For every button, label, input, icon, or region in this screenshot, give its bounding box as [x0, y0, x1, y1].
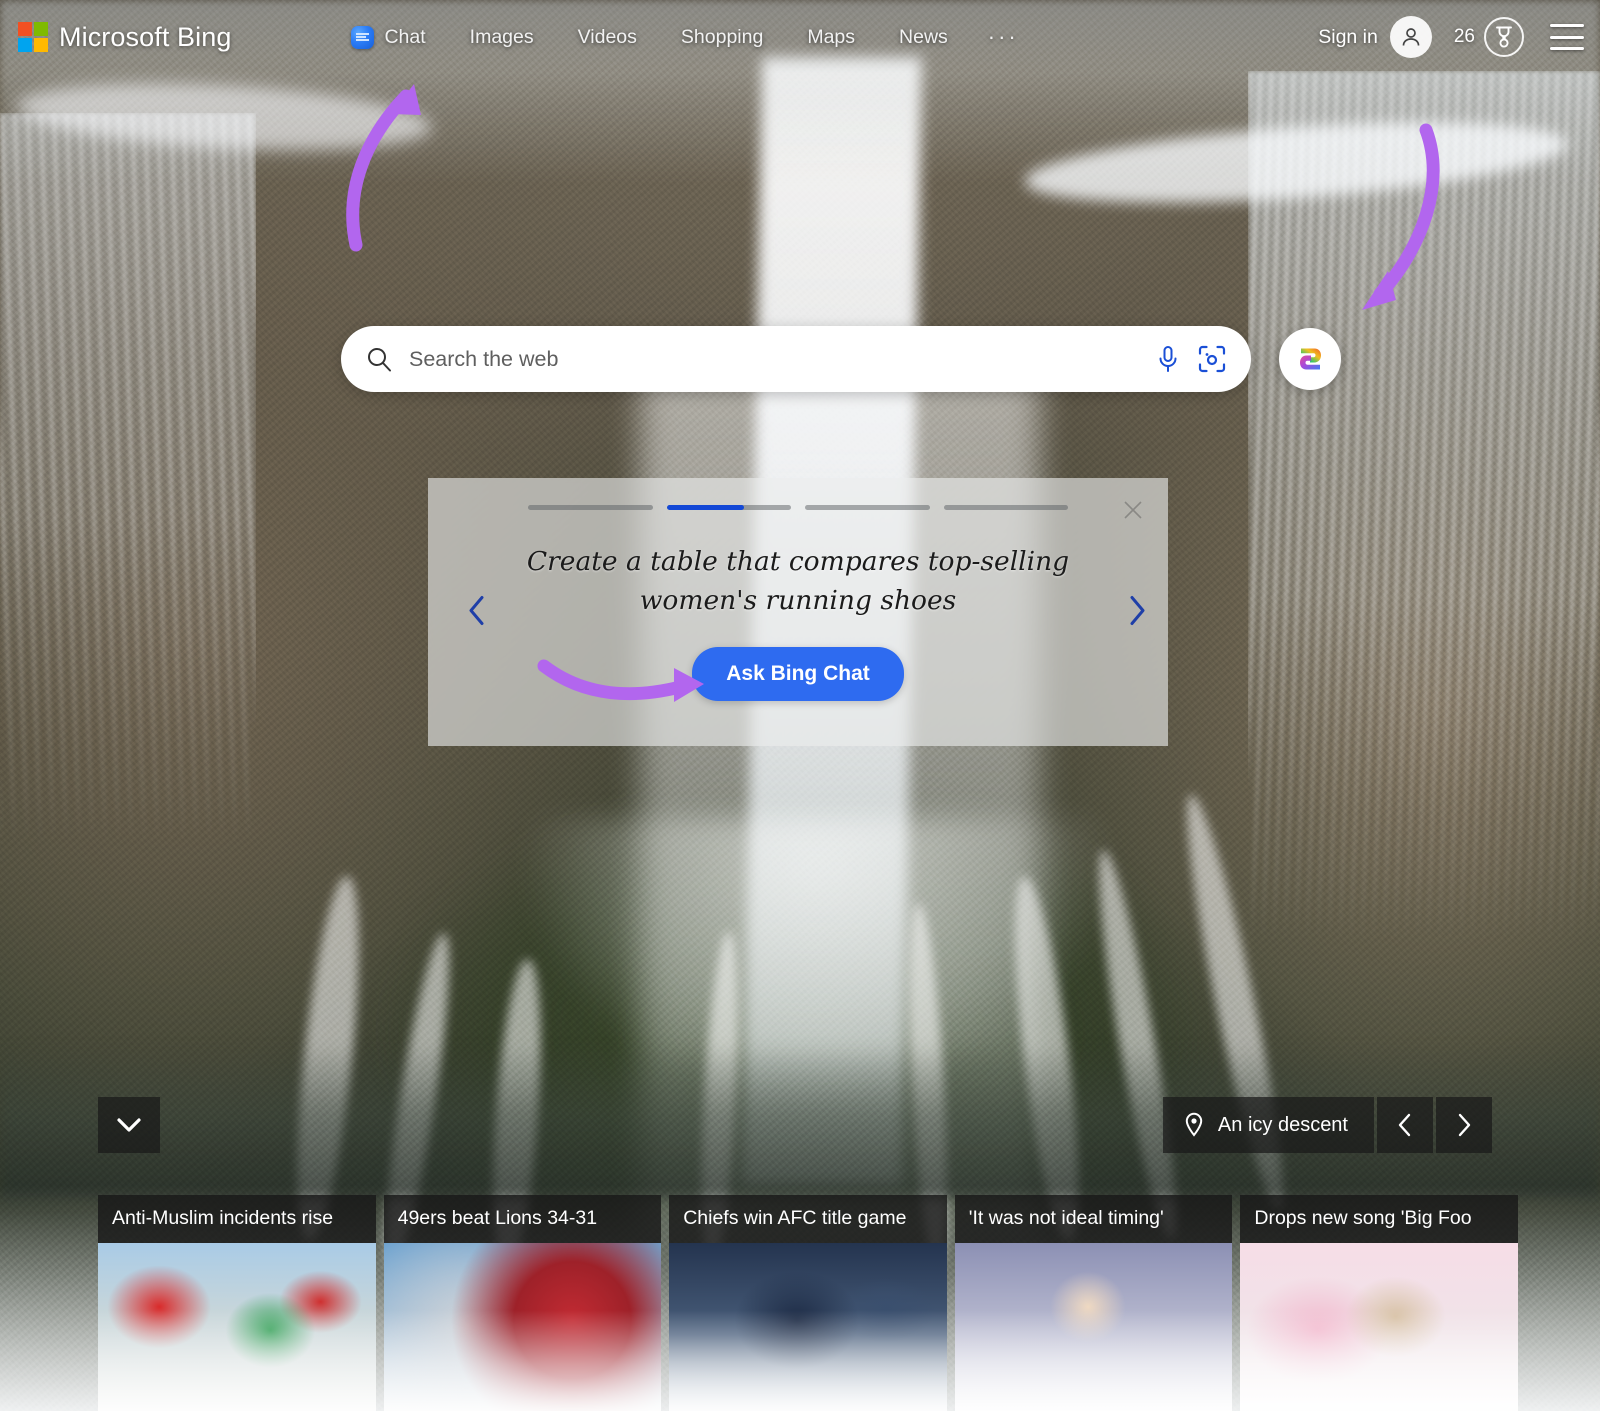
- nav-item-images[interactable]: Images: [448, 20, 556, 55]
- nav-item-news[interactable]: News: [877, 20, 970, 55]
- news-card[interactable]: Anti-Muslim incidents rise: [98, 1195, 376, 1411]
- search-box[interactable]: [341, 326, 1251, 392]
- news-thumbnail: [383, 1243, 662, 1411]
- chevron-right-icon: [1130, 596, 1145, 625]
- nav-item-chat[interactable]: Chat: [343, 20, 447, 55]
- nav-item-videos[interactable]: Videos: [556, 20, 659, 55]
- image-caption-text: An icy descent: [1217, 1113, 1348, 1136]
- person-icon: [1402, 28, 1420, 46]
- expand-feed-button[interactable]: [98, 1097, 160, 1153]
- news-carousel: Anti-Muslim incidents rise 49ers beat Li…: [98, 1195, 1518, 1411]
- top-navigation-bar: Microsoft Bing Chat Images Videos Shoppi…: [0, 0, 1600, 74]
- carousel-next-button[interactable]: [1118, 586, 1156, 639]
- microsoft-logo-icon: [18, 22, 48, 52]
- suggestion-prompt-text: Create a table that compares top-selling…: [526, 546, 1070, 616]
- news-card[interactable]: Chiefs win AFC title game: [669, 1195, 947, 1411]
- news-thumbnail: [1240, 1243, 1518, 1411]
- image-caption-pill[interactable]: An icy descent: [1162, 1097, 1374, 1153]
- brand-name: Microsoft Bing: [59, 21, 232, 52]
- avatar[interactable]: [1389, 16, 1432, 58]
- nav-item-shopping[interactable]: Shopping: [659, 20, 785, 55]
- search-area: [341, 326, 1341, 392]
- news-title: Drops new song 'Big Foo: [1240, 1195, 1518, 1243]
- progress-segment-active[interactable]: [666, 505, 791, 510]
- news-card[interactable]: 'It was not ideal timing': [954, 1195, 1233, 1411]
- progress-segment[interactable]: [528, 505, 653, 510]
- news-card[interactable]: 49ers beat Lions 34-31: [383, 1195, 662, 1411]
- chevron-right-icon: [1458, 1113, 1471, 1137]
- news-thumbnail: [954, 1243, 1233, 1411]
- location-pin-icon: [1185, 1112, 1203, 1137]
- image-prev-button[interactable]: [1377, 1097, 1433, 1153]
- news-title: 'It was not ideal timing': [954, 1195, 1233, 1243]
- image-caption-bar: An icy descent: [1162, 1097, 1492, 1153]
- header-right-group: Sign in 26: [1318, 16, 1584, 58]
- microphone-icon[interactable]: [1155, 344, 1181, 374]
- visual-search-icon[interactable]: [1197, 344, 1227, 374]
- copilot-icon: [1300, 348, 1321, 370]
- rewards-count: 26: [1453, 26, 1475, 47]
- news-title: 49ers beat Lions 34-31: [383, 1195, 662, 1243]
- progress-segment[interactable]: [805, 505, 930, 510]
- medal-icon: [1484, 17, 1524, 57]
- news-thumbnail: [669, 1243, 947, 1411]
- image-next-button[interactable]: [1436, 1097, 1492, 1153]
- carousel-prev-button[interactable]: [458, 586, 496, 639]
- brand-logo[interactable]: Microsoft Bing: [18, 22, 231, 53]
- nav-item-maps[interactable]: Maps: [785, 20, 877, 55]
- chevron-down-icon: [117, 1118, 141, 1132]
- news-title: Chiefs win AFC title game: [669, 1195, 947, 1243]
- hamburger-menu-icon[interactable]: [1550, 24, 1584, 50]
- chat-bubble-icon: [351, 25, 375, 49]
- main-nav: Chat Images Videos Shopping Maps News ··…: [343, 18, 1036, 56]
- news-thumbnail: [98, 1243, 376, 1411]
- progress-segment[interactable]: [943, 505, 1068, 510]
- chevron-left-icon: [469, 596, 484, 625]
- sign-in-link[interactable]: Sign in: [1318, 26, 1378, 49]
- rewards-button[interactable]: 26: [1454, 17, 1524, 57]
- search-icon: [365, 345, 393, 373]
- search-input[interactable]: [409, 346, 1155, 372]
- nav-label-chat: Chat: [384, 25, 426, 48]
- chevron-left-icon: [1398, 1113, 1411, 1137]
- more-options-icon[interactable]: ···: [970, 18, 1037, 56]
- news-title: Anti-Muslim incidents rise: [98, 1195, 376, 1243]
- news-card[interactable]: Drops new song 'Big Foo: [1240, 1195, 1518, 1411]
- copilot-button[interactable]: [1279, 328, 1341, 390]
- carousel-progress: [528, 505, 1068, 510]
- close-icon[interactable]: [1120, 498, 1146, 524]
- ask-bing-chat-button[interactable]: Ask Bing Chat: [692, 646, 904, 701]
- chat-suggestion-card: Create a table that compares top-selling…: [428, 478, 1168, 746]
- bing-homepage: Microsoft Bing Chat Images Videos Shoppi…: [0, 0, 1600, 1411]
